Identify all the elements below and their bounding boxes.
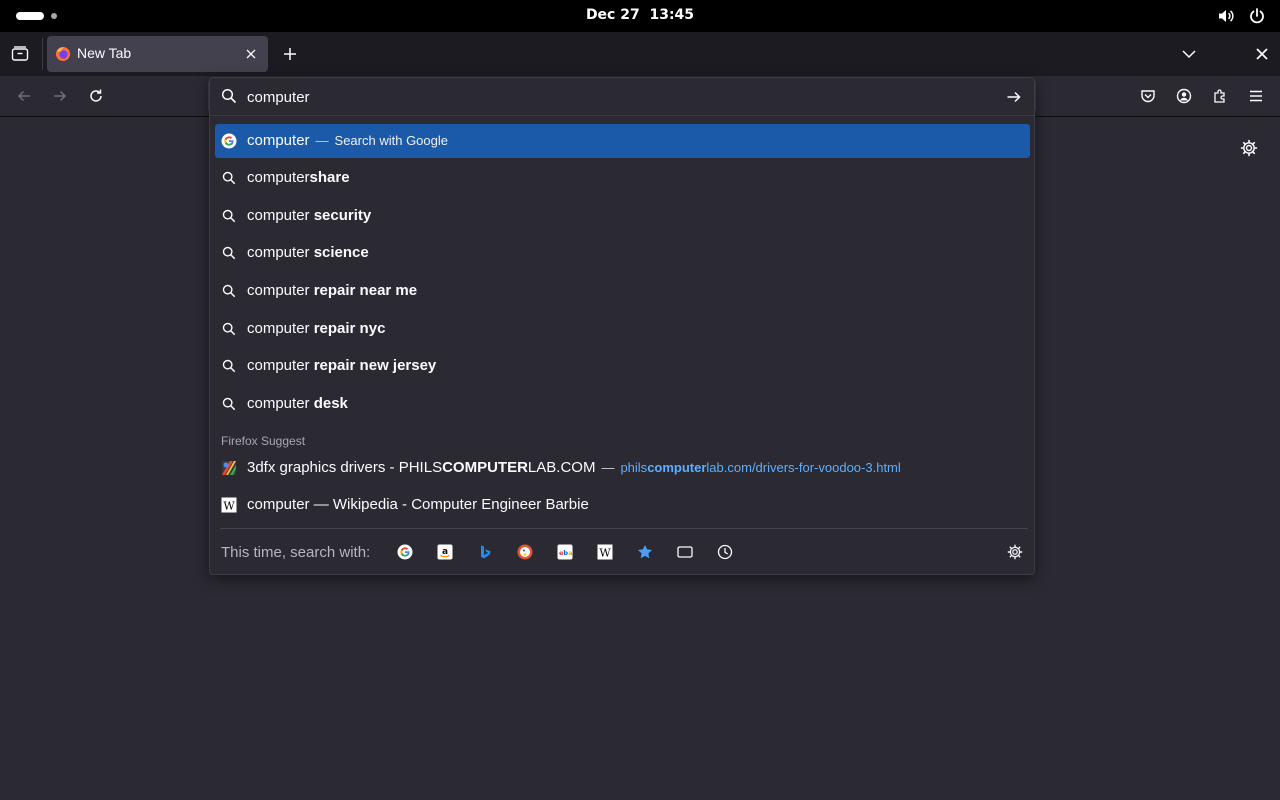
tab-overflow-chevron-icon[interactable] [1178,43,1200,65]
result-search-with-google[interactable]: computer — Search with Google [215,124,1030,158]
tabs-icon[interactable] [675,542,695,562]
amazon-icon[interactable]: a [435,542,455,562]
suggestion-prefix: computer [247,244,314,261]
duckduckgo-icon[interactable] [515,542,535,562]
back-icon[interactable] [13,85,35,107]
clock: Dec 27 13:45 [0,7,1280,23]
search-suggestion[interactable]: computer repair nyc [215,312,1030,346]
workspace-pill [16,12,44,20]
suggestion-prefix: computer [247,320,314,337]
search-icon [221,170,237,186]
wikipedia-icon: W [221,497,237,513]
svg-text:W: W [223,500,235,513]
search-suggestion[interactable]: computer repair new jersey [215,349,1030,383]
suggest-url-post: lab.com/drivers-for-voodoo-3.html [706,460,901,475]
google-icon[interactable] [395,542,415,562]
search-icon [221,88,237,108]
suggest-url-bold: computer [647,460,707,475]
result-action-label: Search with Google [334,133,448,148]
reload-icon[interactable] [85,85,107,107]
firefox-suggest-item[interactable]: 3dfx graphics drivers - PHILSCOMPUTERLAB… [215,451,1030,485]
suggest-url-pre: phils [620,460,648,475]
suggestion-prefix: computer [247,207,314,224]
suggest-title-post: LAB.COM [527,459,596,476]
arrow-right-icon[interactable] [1004,87,1024,107]
suggest-title-bold: COMPUTER [442,459,528,476]
power-icon[interactable] [1248,7,1266,25]
newtab-settings-gear-icon[interactable] [1238,137,1260,159]
history-clock-icon[interactable] [715,542,735,562]
pocket-icon[interactable] [1137,85,1159,107]
one-off-label: This time, search with: [221,544,371,561]
clock-date[interactable]: Dec 27 [586,7,640,23]
close-tab-icon[interactable] [242,45,260,63]
search-icon [221,208,237,224]
ebay-icon[interactable]: ebay [555,542,575,562]
svg-text:ebay: ebay [559,549,573,557]
search-icon [221,396,237,412]
wikipedia-icon[interactable]: W [595,542,615,562]
bing-icon[interactable] [475,542,495,562]
result-separator: — [315,133,329,148]
philscomputerlab-favicon [221,460,237,476]
urlbar-dropdown: computer—Search with Google computershar… [209,77,1035,575]
search-suggestion[interactable]: computer security [215,199,1030,233]
suggestion-completion: share [309,169,350,186]
system-top-bar: Dec 27 13:45 [0,0,1280,32]
workspace-dot [51,13,57,19]
search-suggestion[interactable]: computershare [215,161,1030,195]
window-close-icon[interactable] [1251,43,1273,65]
search-icon [221,358,237,374]
account-icon[interactable] [1173,85,1195,107]
search-icon [221,283,237,299]
search-icon [221,321,237,337]
search-suggestion[interactable]: computer science [215,236,1030,270]
activities-indicator[interactable] [16,12,57,20]
one-off-divider [220,528,1028,529]
suggestion-completion: science [313,244,369,261]
clock-time[interactable]: 13:45 [649,7,694,23]
tab-title: New Tab [77,45,132,61]
bookmarks-star-icon[interactable] [635,542,655,562]
new-tab-plus-icon[interactable] [279,43,301,65]
search-icon [221,245,237,261]
suggestion-completion: security [313,207,372,224]
suggest-url: philscomputerlab.com/drivers-for-voodoo-… [620,460,900,475]
extensions-icon[interactable] [1209,85,1231,107]
suggestion-completion: repair near me [313,282,418,299]
firefox-suggest-heading: Firefox Suggest [221,434,306,448]
gear-icon[interactable] [1005,542,1025,562]
result-text: computer [247,132,310,149]
google-icon [221,133,237,149]
one-off-search-bar: This time, search with: a ebay W [210,528,1034,575]
menu-icon[interactable] [1245,85,1267,107]
suggest-title-pre: 3dfx graphics drivers - PHILS [247,459,443,476]
search-suggestion[interactable]: computer desk [215,387,1030,421]
tab-strip: New Tab [0,32,1280,76]
suggestion-completion: repair nyc [313,320,386,337]
suggestion-prefix: computer [247,395,314,412]
suggestion-prefix: computer [247,282,314,299]
firefox-suggest-item[interactable]: W computer — Wikipedia - Computer Engine… [215,488,1030,522]
volume-icon[interactable] [1217,7,1235,25]
urlbar-input-row [210,78,1034,116]
firefox-logo-icon [55,46,71,62]
search-suggestion[interactable]: computer repair near me [215,274,1030,308]
tab-new-tab[interactable]: New Tab [47,36,268,72]
tab-list-icon[interactable] [8,43,32,65]
suggestion-completion: repair new jersey [313,357,437,374]
urlbar-input[interactable] [247,84,987,110]
suggest-separator: — [601,460,615,475]
suggest-title: computer — Wikipedia - Computer Engineer… [247,496,589,513]
svg-text:W: W [599,547,611,560]
suggestion-prefix: computer [247,357,314,374]
svg-text:a: a [442,547,448,557]
suggestion-prefix: computer [247,169,310,186]
forward-icon[interactable] [49,85,71,107]
tabstrip-divider [42,38,43,70]
suggestion-completion: desk [313,395,348,412]
